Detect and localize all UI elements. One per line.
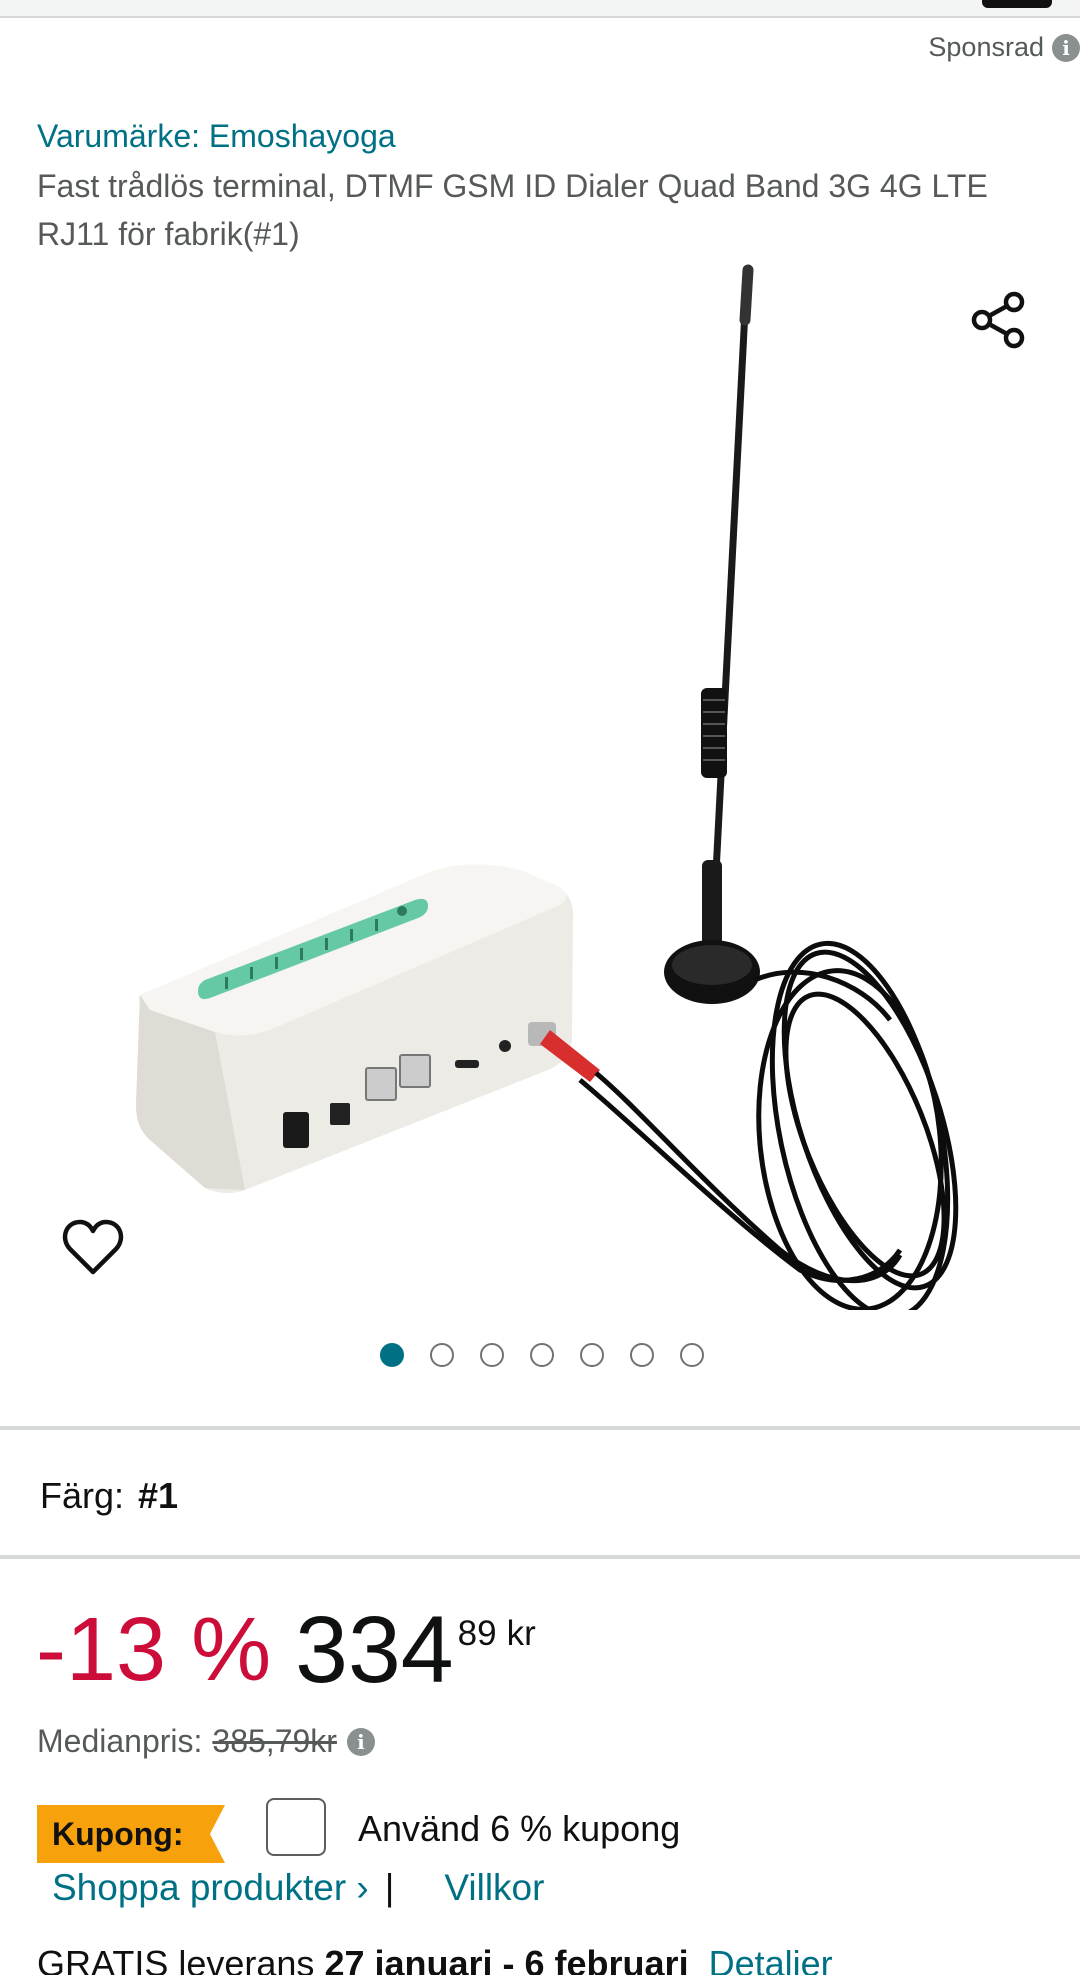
previous-item-strip: [0, 0, 1080, 18]
delivery-dates: 27 januari - 6 februari: [324, 1943, 689, 1975]
share-icon[interactable]: [968, 288, 1034, 354]
gallery-dot[interactable]: [580, 1343, 604, 1367]
color-label: Färg:: [40, 1475, 125, 1516]
terms-link[interactable]: Villkor: [444, 1867, 544, 1909]
previous-item-thumbnail: [982, 0, 1052, 8]
delivery-info: GRATIS leverans 27 januari - 6 februari …: [37, 1943, 833, 1975]
brand-link[interactable]: Varumärke: Emoshayoga: [37, 118, 396, 155]
sponsored-label[interactable]: Sponsrad i: [928, 32, 1080, 63]
gallery-dot[interactable]: [630, 1343, 654, 1367]
gallery-dot[interactable]: [380, 1343, 404, 1367]
gallery-dot[interactable]: [480, 1343, 504, 1367]
price-currency: kr: [506, 1614, 536, 1653]
delivery-prefix: GRATIS leverans: [37, 1943, 315, 1975]
link-separator: |: [384, 1867, 395, 1908]
coupon-text[interactable]: Använd 6 % kupong: [358, 1808, 680, 1850]
shop-products-link[interactable]: Shoppa produkter ›: [52, 1867, 369, 1909]
delivery-details-link[interactable]: Detaljer: [709, 1943, 833, 1975]
discount-percent: -13 %: [36, 1600, 272, 1700]
price-whole: 334: [295, 1597, 454, 1703]
coupon-checkbox[interactable]: [266, 1798, 326, 1856]
median-price-label: Medianpris:: [37, 1723, 203, 1759]
section-divider: [0, 1555, 1080, 1559]
product-image[interactable]: [0, 260, 1080, 1310]
product-title[interactable]: Fast trådlös terminal, DTMF GSM ID Diale…: [37, 162, 1047, 258]
price-fraction: 89: [457, 1614, 497, 1653]
color-value: #1: [138, 1475, 179, 1516]
gallery-dot[interactable]: [430, 1343, 454, 1367]
coupon-links: Shoppa produkter › | Villkor: [52, 1867, 544, 1909]
gallery-pagination: [0, 1343, 1080, 1367]
gallery-dot[interactable]: [680, 1343, 704, 1367]
heart-icon[interactable]: [62, 1218, 124, 1276]
coupon-badge: Kupong:: [37, 1805, 225, 1863]
info-icon[interactable]: i: [1052, 33, 1080, 62]
gallery-dot[interactable]: [530, 1343, 554, 1367]
price-block: -13 % 334 89 kr: [36, 1600, 536, 1700]
median-price-value: 385,79kr: [212, 1723, 337, 1759]
sponsored-text: Sponsrad: [928, 32, 1044, 62]
median-price: Medianpris: 385,79kr i: [37, 1723, 375, 1760]
color-selector[interactable]: Färg: #1: [40, 1475, 178, 1517]
section-divider: [0, 1426, 1080, 1430]
info-icon[interactable]: i: [346, 1727, 375, 1756]
